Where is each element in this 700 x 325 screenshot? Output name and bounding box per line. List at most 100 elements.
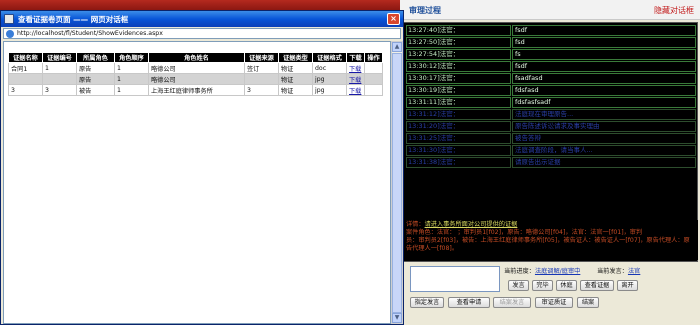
table-cell [244, 73, 279, 85]
case-info-box: 详情：请进入事务所面对公司提供的证据 案件角色：法官： ；审判员1[f02]，原… [403, 220, 698, 260]
log-entry: 13:31:12]法官： 法庭现在审理原告... [406, 109, 696, 120]
close-icon[interactable]: × [387, 13, 400, 25]
download-link[interactable]: 下载 [349, 77, 361, 84]
table-cell: 原告 [76, 73, 115, 85]
log-time: 13:30:19]法官： [406, 85, 511, 96]
table-cell: 1 [114, 84, 149, 96]
table-cell: 物证 [278, 62, 313, 74]
log-time: 13:31:25]法官： [406, 133, 511, 144]
log-time: 13:30:12]法官： [406, 61, 511, 72]
log-message: 原告陈述诉讼请求及事实理由 [512, 121, 696, 132]
recess-button[interactable]: 休庭 [556, 280, 577, 291]
log-time: 13:31:11]法官： [406, 97, 511, 108]
speaker-status: 当前发言：法官 [597, 266, 640, 275]
table-cell: 签订 [244, 62, 279, 74]
download-link[interactable]: 下载 [349, 66, 361, 73]
stage-label: 当前进度： [504, 268, 535, 275]
table-header-row: 证据名称 证据编号 所属角色 角色顺序 角色姓名 证据来源 证据类型 证据格式 … [8, 52, 383, 63]
table-row: 3 3 被告 1 上海王红庭律师事务所 3 物证 jpg 下载 [8, 84, 383, 96]
speaker-label: 当前发言： [597, 268, 628, 275]
dialog-content: 证据名称 证据编号 所属角色 角色顺序 角色姓名 证据来源 证据类型 证据格式 … [3, 41, 391, 324]
download-cell: 下载 [346, 84, 365, 96]
log-entry: 13:27:50]法官： fsd [406, 37, 696, 48]
log-entry: 13:30:12]法官： fsdf [406, 61, 696, 72]
table-cell [8, 73, 43, 85]
column-header: 操作 [364, 52, 383, 63]
log-message: 被告答辩 [512, 133, 696, 144]
table-cell: 略德公司 [148, 62, 245, 74]
scroll-down-icon[interactable]: ▼ [392, 313, 402, 323]
column-header: 下载 [346, 52, 365, 63]
log-message: fsdf [512, 25, 696, 36]
globe-icon [6, 30, 14, 38]
log-message: fsadfasd [512, 73, 696, 84]
speaker-value: 法官 [627, 268, 641, 275]
log-message: fsdf [512, 61, 696, 72]
info-link[interactable]: 请进入事务所面对公司提供的证据 [425, 221, 518, 228]
log-entry: 13:27:40]法官： fsdf [406, 25, 696, 36]
scroll-thumb[interactable] [392, 53, 402, 313]
download-cell: 下载 [346, 62, 365, 74]
log-entry: 13:31:20]法官： 原告陈述诉讼请求及事实理由 [406, 121, 696, 132]
dialog-title: 查看证据卷页面 —— 网页对话框 [18, 15, 129, 24]
info-text-2: 员：审判员2[f03]，被告：上海王红庭律师事务所[f05]，被告证人：被告证人… [406, 237, 690, 252]
closing-speech-button[interactable]: 结案发言 [493, 297, 531, 308]
message-input[interactable] [410, 266, 500, 292]
leave-button[interactable]: 离开 [617, 280, 638, 291]
log-entry: 13:27:54]法官： fs [406, 49, 696, 60]
log-time: 13:27:54]法官： [406, 49, 511, 60]
vertical-scrollbar[interactable]: ▲ ▼ [391, 41, 403, 324]
log-time: 13:31:12]法官： [406, 109, 511, 120]
download-cell: 下载 [346, 73, 365, 85]
column-header: 证据类型 [278, 52, 313, 63]
log-message: fdsfasfsadf [512, 97, 696, 108]
stage-value: 法庭调解/庭审中 [534, 268, 581, 275]
view-evidence-button[interactable]: 查看证据 [580, 280, 614, 291]
info-label: 详情： [406, 221, 425, 228]
dialog-titlebar[interactable]: 查看证据卷页面 —— 网页对话框 × [1, 11, 403, 27]
column-header: 证据名称 [8, 52, 43, 63]
hide-dialog-link[interactable]: 隐藏对话框 [654, 5, 694, 16]
log-time: 13:31:20]法官： [406, 121, 511, 132]
table-cell: 1 [114, 62, 149, 74]
table-cell: 3 [8, 84, 43, 96]
log-message: fs [512, 49, 696, 60]
table-cell [364, 84, 383, 96]
trial-panel-title: 审理过程 [409, 6, 441, 15]
cross-exam-button[interactable]: 审证质证 [535, 297, 573, 308]
address-bar: http://localhost/fl/Student/ShowEvidence… [3, 28, 401, 39]
log-time: 13:31:38]法官： [406, 157, 511, 168]
log-time: 13:30:17]法官： [406, 73, 511, 84]
log-time: 13:27:50]法官： [406, 37, 511, 48]
log-message: fsd [512, 37, 696, 48]
column-header: 角色姓名 [148, 52, 245, 63]
assign-speaker-button[interactable]: 指定发言 [410, 297, 444, 308]
table-cell: 略德公司 [148, 73, 245, 85]
table-cell [42, 73, 77, 85]
table-cell: 物证 [278, 84, 313, 96]
table-cell: 3 [244, 84, 279, 96]
log-time: 13:27:40]法官： [406, 25, 511, 36]
table-row: 合同1 1 原告 1 略德公司 签订 物证 doc 下载 [8, 62, 383, 74]
log-entry: 13:31:30]法官： 法庭调查阶段，请当事人... [406, 145, 696, 156]
table-row: 原告 1 略德公司 物证 jpg 下载 [8, 73, 383, 85]
column-header: 证据来源 [244, 52, 279, 63]
download-link[interactable]: 下载 [349, 88, 361, 95]
log-entry: 13:30:19]法官： fdsfasd [406, 85, 696, 96]
view-request-button[interactable]: 查看申请 [448, 297, 490, 308]
table-cell: 3 [42, 84, 77, 96]
close-case-button[interactable]: 结案 [577, 297, 599, 308]
log-message: 法庭现在审理原告... [512, 109, 696, 120]
scroll-up-icon[interactable]: ▲ [392, 42, 402, 52]
trial-panel-header: 审理过程 隐藏对话框 [400, 0, 700, 20]
log-entry: 13:30:17]法官： fsadfasd [406, 73, 696, 84]
log-entry: 13:31:25]法官： 被告答辩 [406, 133, 696, 144]
finish-button[interactable]: 完毕 [532, 280, 553, 291]
table-cell [364, 73, 383, 85]
table-cell: 1 [114, 73, 149, 85]
speak-button[interactable]: 发言 [508, 280, 529, 291]
log-message: 请原告出示证据 [512, 157, 696, 168]
stage-status: 当前进度：法庭调解/庭审中 [504, 266, 580, 275]
address-text: http://localhost/fl/Student/ShowEvidence… [17, 30, 163, 37]
table-cell [364, 62, 383, 74]
